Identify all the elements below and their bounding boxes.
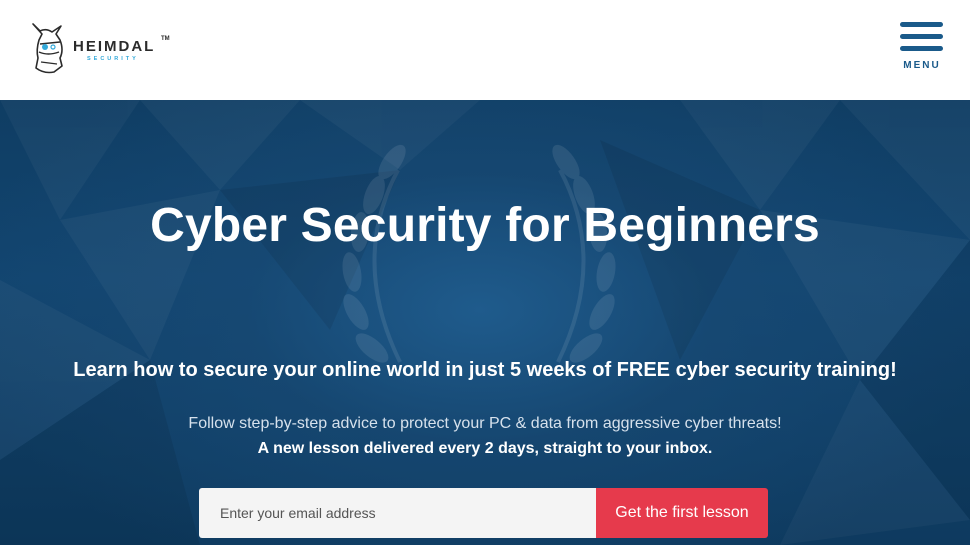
- viking-helmet-icon: [32, 23, 63, 74]
- hero-description-bold: A new lesson delivered every 2 days, str…: [257, 440, 713, 457]
- heimdal-logo[interactable]: HEIMDAL TM SECURITY: [30, 22, 180, 76]
- get-first-lesson-button[interactable]: Get the first lesson: [596, 488, 768, 538]
- menu-label: MENU: [903, 60, 941, 71]
- site-header: HEIMDAL TM SECURITY MENU: [0, 0, 970, 100]
- logo-trademark: TM: [161, 36, 170, 42]
- logo-tagline: SECURITY: [87, 56, 139, 62]
- signup-form: Get the first lesson: [199, 488, 768, 538]
- logo-wordmark: HEIMDAL: [73, 38, 156, 55]
- email-input[interactable]: [199, 488, 596, 538]
- hero-background-pattern: [0, 140, 970, 545]
- hero-section: Cyber Security for Beginners Learn how t…: [0, 100, 970, 545]
- hero-subtitle: Learn how to secure your online world in…: [73, 359, 897, 381]
- laurel-wreath-icon: [342, 144, 616, 363]
- hero-description: Follow step-by-step advice to protect yo…: [188, 415, 782, 432]
- page-title: Cyber Security for Beginners: [150, 199, 820, 252]
- menu-button[interactable]: MENU: [898, 22, 946, 72]
